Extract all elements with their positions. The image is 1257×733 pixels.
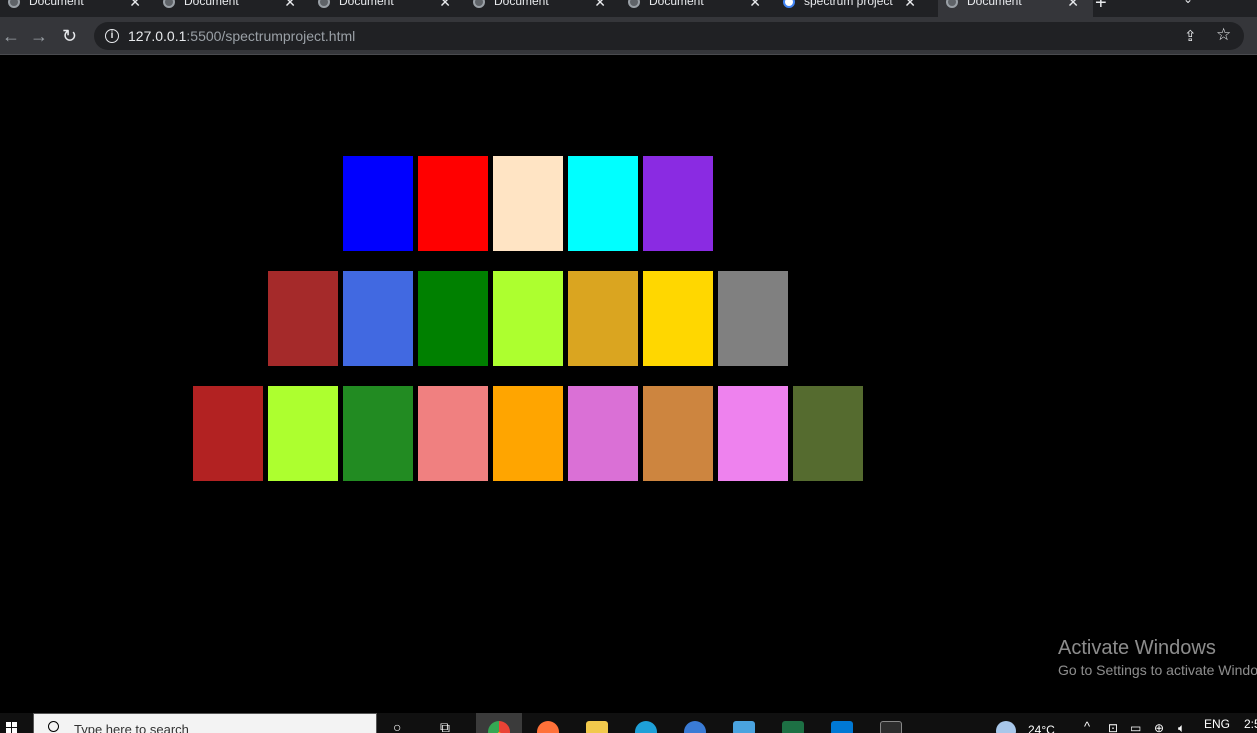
browser-icon[interactable] — [684, 721, 706, 733]
color-box — [568, 271, 638, 366]
new-tab-icon[interactable]: + — [1095, 0, 1107, 13]
bookmark-star-icon[interactable]: ☆ — [1216, 25, 1231, 45]
close-tab-icon[interactable]: ✕ — [749, 0, 761, 9]
back-icon[interactable]: ← — [2, 26, 20, 46]
browser-tab[interactable]: Document ✕ — [155, 0, 310, 17]
color-box — [793, 386, 863, 481]
search-placeholder: Type here to search — [74, 722, 189, 733]
color-box — [418, 156, 488, 251]
browser-toolbar: ← → ↻ i 127.0.0.1:5500/spectrumproject.h… — [0, 17, 1257, 55]
search-icon — [48, 721, 59, 732]
color-box — [418, 271, 488, 366]
color-box — [268, 271, 338, 366]
globe-icon — [628, 0, 640, 8]
globe-icon — [946, 0, 958, 8]
reload-icon[interactable]: ↻ — [62, 26, 77, 46]
close-tab-icon[interactable]: ✕ — [594, 0, 606, 9]
close-tab-icon[interactable]: ✕ — [439, 0, 451, 9]
share-icon[interactable]: ⇪ — [1184, 27, 1197, 45]
globe-icon[interactable]: ⊕ — [1154, 721, 1164, 733]
browser-tab[interactable]: Document ✕ — [0, 0, 155, 17]
color-box — [643, 271, 713, 366]
globe-icon — [8, 0, 20, 8]
forward-icon[interactable]: → — [30, 26, 48, 46]
browser-tab[interactable]: Document ✕ — [938, 0, 1093, 17]
tab-search-icon[interactable]: ⌄ — [1183, 0, 1193, 6]
color-box — [193, 386, 263, 481]
color-box — [568, 156, 638, 251]
edge-icon[interactable] — [635, 721, 657, 733]
color-box — [493, 271, 563, 366]
tray-chevron-icon[interactable]: ^ — [1084, 719, 1090, 733]
browser-tab[interactable]: Document ✕ — [310, 0, 465, 17]
google-icon — [783, 0, 795, 8]
volume-icon[interactable]: 🔈︎ — [1178, 721, 1185, 733]
tab-label: spectrum project — [804, 0, 893, 8]
tab-label: Document — [649, 0, 704, 8]
close-tab-icon[interactable]: ✕ — [1067, 0, 1079, 9]
tab-label: Document — [339, 0, 394, 8]
vscode-icon[interactable] — [831, 721, 853, 733]
network-icon[interactable]: ⊡ — [1108, 721, 1118, 733]
photos-icon[interactable] — [733, 721, 755, 733]
globe-icon — [473, 0, 485, 8]
url-text[interactable]: 127.0.0.1:5500/spectrumproject.html — [128, 28, 355, 44]
weather-icon[interactable] — [996, 721, 1016, 733]
clock-text[interactable]: 2:5 — [1244, 717, 1257, 731]
task-view-icon[interactable]: ⧉ — [440, 719, 450, 733]
color-box — [718, 386, 788, 481]
color-box — [643, 386, 713, 481]
activate-windows-watermark: Activate Windows Go to Settings to activ… — [1058, 636, 1257, 680]
tab-label: Document — [29, 0, 84, 8]
tab-label: Document — [494, 0, 549, 8]
page-content: Activate Windows Go to Settings to activ… — [0, 56, 1257, 713]
color-box — [493, 386, 563, 481]
firefox-icon[interactable] — [537, 721, 559, 733]
close-tab-icon[interactable]: ✕ — [904, 0, 916, 9]
address-bar[interactable]: i 127.0.0.1:5500/spectrumproject.html ⇪ … — [94, 22, 1244, 50]
terminal-icon[interactable] — [880, 721, 902, 733]
tab-label: Document — [967, 0, 1022, 8]
color-box — [268, 386, 338, 481]
color-box — [343, 271, 413, 366]
site-info-icon[interactable]: i — [105, 29, 119, 43]
url-host: 127.0.0.1 — [128, 28, 187, 44]
taskbar-search-box[interactable]: Type here to search — [33, 713, 377, 733]
url-path: :5500/spectrumproject.html — [186, 28, 356, 44]
globe-icon — [318, 0, 330, 8]
tab-label: Document — [184, 0, 239, 8]
chrome-icon — [488, 721, 510, 733]
browser-tab[interactable]: Document ✕ — [465, 0, 620, 17]
close-tab-icon[interactable]: ✕ — [129, 0, 141, 9]
color-box — [568, 386, 638, 481]
globe-icon — [163, 0, 175, 8]
excel-icon[interactable] — [782, 721, 804, 733]
color-box — [643, 156, 713, 251]
watermark-subtitle: Go to Settings to activate Windows. — [1058, 662, 1257, 678]
windows-start-icon[interactable] — [6, 722, 18, 733]
color-box — [493, 156, 563, 251]
language-indicator[interactable]: ENG — [1204, 717, 1230, 731]
file-explorer-icon[interactable] — [586, 721, 608, 733]
close-tab-icon[interactable]: ✕ — [284, 0, 296, 9]
browser-tab[interactable]: Document ✕ — [620, 0, 775, 17]
watermark-title: Activate Windows — [1058, 637, 1216, 659]
chrome-taskbar-button[interactable] — [476, 713, 522, 733]
cortana-icon[interactable]: ○ — [393, 719, 401, 733]
color-box — [343, 386, 413, 481]
windows-taskbar: Type here to search ○ ⧉ 24°C ^ ⊡ ▭ ⊕ 🔈︎ … — [0, 713, 1257, 733]
color-box — [718, 271, 788, 366]
tab-strip: Document ✕ Document ✕ Document ✕ Document ✕ Docu… — [0, 0, 1257, 17]
temperature-text[interactable]: 24°C — [1028, 723, 1055, 733]
battery-icon[interactable]: ▭ — [1130, 721, 1141, 733]
browser-tab[interactable]: spectrum project ✕ — [775, 0, 930, 17]
color-box — [418, 386, 488, 481]
color-box — [343, 156, 413, 251]
